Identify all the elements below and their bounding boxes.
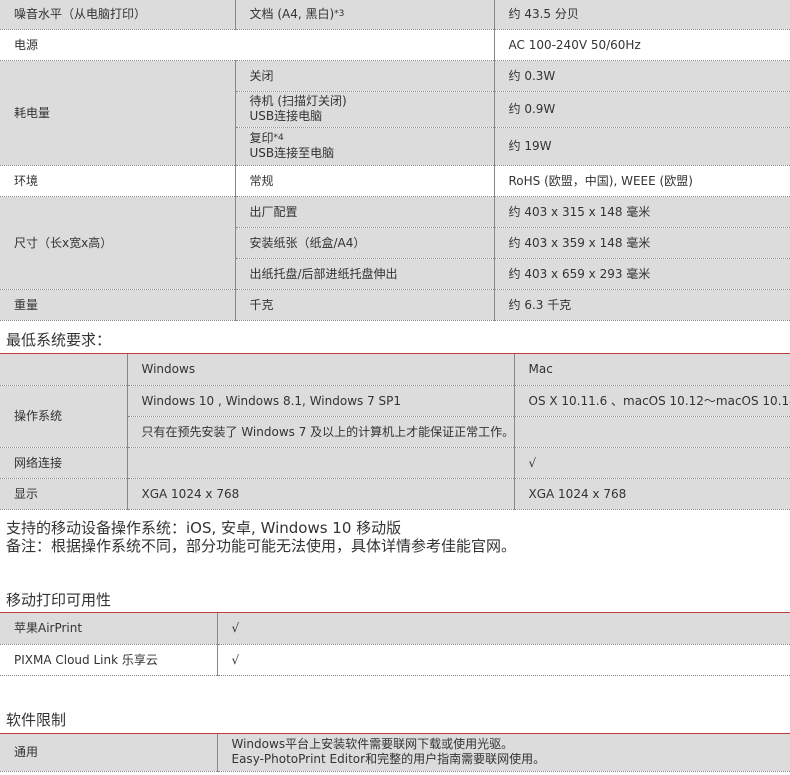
spec-value: 约 19W: [493, 127, 790, 166]
os-mac-note: [513, 416, 790, 448]
spec-row-consumption-off: 耗电量 关闭 约 0.3W: [0, 60, 790, 166]
mobile-value: √: [216, 644, 790, 676]
sysreq-table: Windows Mac 操作系统 Windows 10 , Windows 8.…: [0, 354, 790, 510]
mobile-row-airprint: 苹果AirPrint √: [0, 613, 790, 645]
col-header-mac: Mac: [513, 354, 790, 386]
col-header-windows: Windows: [126, 354, 514, 386]
spec-label: 电源: [0, 29, 494, 61]
spec-row-dimensions-factory: 尺寸（长x宽x高） 出厂配置 约 403 x 315 x 148 毫米: [0, 196, 790, 290]
spec-condition: 出厂配置: [234, 196, 494, 228]
spec-value: 约 403 x 359 x 148 毫米: [493, 227, 790, 259]
mobile-label: PIXMA Cloud Link 乐享云: [0, 644, 217, 676]
display-windows: XGA 1024 x 768: [126, 478, 514, 510]
network-windows: [126, 447, 514, 479]
software-table: 通用 Windows平台上安装软件需要联网下载或使用光驱。 Easy-PhotoP…: [0, 734, 790, 772]
spec-label: 重量: [0, 289, 235, 321]
spec-label: 噪音水平（从电脑打印）: [0, 0, 235, 30]
os-windows-note: 只有在预先安装了 Windows 7 及以上的计算机上才能保证正常工作。: [126, 416, 514, 448]
spec-value: 约 6.3 千克: [493, 289, 790, 321]
spec-value: 约 0.9W: [493, 91, 790, 128]
spec-row-weight: 重量 千克 约 6.3 千克: [0, 289, 790, 321]
spec-label: 耗电量: [0, 60, 235, 166]
sysreq-row-network: 网络连接 √: [0, 447, 790, 479]
spec-value: 约 403 x 315 x 148 毫米: [493, 196, 790, 228]
software-heading: 软件限制: [6, 711, 67, 729]
spec-condition: 关闭: [234, 60, 494, 92]
spec-value: 约 43.5 分贝: [493, 0, 790, 30]
mobile-row-cloud: PIXMA Cloud Link 乐享云 √: [0, 644, 790, 676]
spec-condition: 文档 (A4, 黑白)*3: [234, 0, 494, 30]
sysreq-header-row: Windows Mac: [0, 354, 790, 386]
spec-row-power: 电源 AC 100-240V 50/60Hz: [0, 29, 790, 61]
mobile-heading: 移动打印可用性: [6, 591, 112, 609]
sysreq-label: 网络连接: [0, 447, 127, 479]
spec-condition: 安装纸张（纸盒/A4）: [234, 227, 494, 259]
spec-condition: 千克: [234, 289, 494, 321]
sysreq-heading: 最低系统要求：: [6, 331, 112, 349]
spec-label: 尺寸（长x宽x高）: [0, 196, 235, 290]
os-windows: Windows 10 , Windows 8.1, Windows 7 SP1: [126, 385, 514, 417]
sysreq-label: 操作系统: [0, 385, 127, 448]
spec-row-environment: 环境 常规 RoHS (欧盟，中国), WEEE (欧盟): [0, 165, 790, 197]
spec-value: AC 100-240V 50/60Hz: [493, 29, 790, 61]
spec-label: 环境: [0, 165, 235, 197]
spec-value: 约 403 x 659 x 293 毫米: [493, 258, 790, 290]
software-label: 通用: [0, 734, 217, 772]
display-mac: XGA 1024 x 768: [513, 478, 790, 510]
spec-condition: 复印*4 USB连接至电脑: [234, 127, 494, 166]
software-value: Windows平台上安装软件需要联网下载或使用光驱。 Easy-PhotoPrin…: [216, 734, 790, 772]
mobile-value: √: [216, 613, 790, 645]
sysreq-label: 显示: [0, 478, 127, 510]
mobile-table: 苹果AirPrint √ PIXMA Cloud Link 乐享云 √: [0, 613, 790, 676]
spec-condition: 出纸托盘/后部进纸托盘伸出: [234, 258, 494, 290]
sysreq-row-display: 显示 XGA 1024 x 768 XGA 1024 x 768: [0, 478, 790, 510]
os-mac: OS X 10.11.6 、macOS 10.12～macOS 10.14: [513, 385, 790, 417]
remark-note: 备注：根据操作系统不同，部分功能可能无法使用，具体详情参考佳能官网。: [6, 537, 517, 555]
sysreq-row-os: 操作系统 Windows 10 , Windows 8.1, Windows 7…: [0, 385, 790, 448]
software-row-general: 通用 Windows平台上安装软件需要联网下载或使用光驱。 Easy-PhotoP…: [0, 734, 790, 772]
spec-value: 约 0.3W: [493, 60, 790, 92]
spec-table: 噪音水平（从电脑打印） 文档 (A4, 黑白)*3 约 43.5 分贝 电源 A…: [0, 0, 790, 321]
mobile-label: 苹果AirPrint: [0, 613, 217, 645]
mobile-os-note: 支持的移动设备操作系统：iOS, 安卓, Windows 10 移动版: [6, 519, 402, 537]
sysreq-corner: [0, 354, 127, 386]
spec-row-noise: 噪音水平（从电脑打印） 文档 (A4, 黑白)*3 约 43.5 分贝: [0, 0, 790, 30]
spec-value: RoHS (欧盟，中国), WEEE (欧盟): [493, 165, 790, 197]
network-mac: √: [513, 447, 790, 479]
spec-condition: 常规: [234, 165, 494, 197]
spec-condition: 待机 (扫描灯关闭) USB连接电脑: [234, 91, 494, 128]
